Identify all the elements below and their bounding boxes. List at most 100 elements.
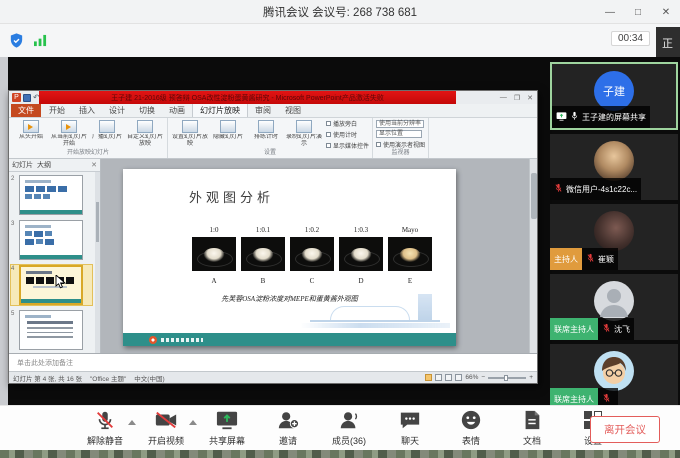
show-on-dropdown[interactable]: 显示位置 [376, 130, 425, 138]
play-narrations-checkbox[interactable]: 播放旁白 [326, 119, 369, 128]
sample-photos [192, 237, 437, 271]
panel-scrollbar[interactable] [95, 172, 100, 353]
ppt-close-button[interactable]: ✕ [527, 94, 533, 102]
tab-animations[interactable]: 动画 [162, 104, 192, 117]
sample-photo-e [388, 237, 432, 271]
letter-labels: ABCDE [192, 277, 438, 285]
participant-tile-sharer[interactable]: 子建 王子建的屏幕共享 [550, 62, 678, 130]
from-current-slide-button[interactable]: 从当前幻灯片开始 [51, 120, 87, 149]
avatar-default [594, 281, 634, 321]
slide-thumbnail-selected[interactable]: 4 [11, 265, 92, 305]
recording-indicator-clipped[interactable]: 正 [656, 27, 680, 58]
tab-outline-panel[interactable]: 大纲 [37, 160, 51, 170]
zoom-in-button[interactable]: + [529, 374, 533, 381]
invite-button[interactable]: 邀请 [265, 411, 311, 447]
thumbnail-current-slide[interactable] [19, 265, 83, 305]
participant-name: 微信用户-4s1c22c... [566, 184, 637, 195]
titlebar[interactable]: 腾讯会议 会议号: 268 738 681 — □ ✕ [0, 0, 680, 24]
slide-sorter-view-button[interactable] [435, 374, 442, 381]
zoom-out-button[interactable]: − [481, 374, 485, 381]
from-beginning-button[interactable]: 从头开始 [13, 120, 49, 149]
unmute-button[interactable]: 解除静音 [82, 411, 128, 447]
tab-view[interactable]: 视图 [278, 104, 308, 117]
custom-slideshow-button[interactable]: 自定义幻灯片放映 [127, 120, 163, 149]
mouse-cursor-icon [55, 275, 67, 294]
zoom-slider[interactable] [488, 377, 526, 379]
leave-meeting-button[interactable]: 离开会议 [590, 416, 660, 443]
share-screen-button[interactable]: 共享屏幕 [204, 411, 250, 447]
tab-home[interactable]: 开始 [42, 104, 72, 117]
panel-close-icon[interactable]: ✕ [91, 161, 97, 169]
avatar [594, 141, 634, 181]
maximize-button[interactable]: □ [624, 0, 652, 24]
participant-tile-cohost[interactable]: 联席主持人 沈飞 [550, 274, 678, 340]
tab-slideshow[interactable]: 幻灯片放映 [192, 103, 248, 117]
network-signal-icon[interactable] [33, 34, 48, 47]
participant-tile[interactable]: 微信用户-4s1c22c... [550, 134, 678, 200]
language-text: 中文(中国) [134, 373, 164, 383]
docs-button[interactable]: 文档 [509, 411, 555, 447]
emoji-button[interactable]: 表情 [448, 411, 494, 447]
ppt-restore-button[interactable]: ❐ [514, 94, 520, 102]
powerpoint-window[interactable]: P ↶ ↷ 王子建 21-2016级 预答辩 OSA改性淀粉蛋黄酱研究 - Mi… [8, 90, 538, 384]
use-timings-checkbox[interactable]: 使用计时 [326, 130, 369, 139]
ribbon-tab-bar: 文件 开始 插入 设计 切换 动画 幻灯片放映 审阅 视图 [9, 104, 537, 118]
normal-view-button[interactable] [425, 374, 432, 381]
save-icon[interactable] [23, 94, 31, 102]
security-shield-icon[interactable] [8, 32, 25, 49]
minimize-button[interactable]: — [596, 0, 624, 24]
mic-options-caret[interactable] [128, 420, 136, 425]
setup-slideshow-button[interactable]: 设置幻灯片放映 [172, 120, 208, 149]
slideshow-view-button[interactable] [455, 374, 462, 381]
view-and-zoom-controls: 66% − + [425, 374, 533, 381]
emoji-smiley-icon [460, 409, 482, 436]
meeting-timer: 00:34 [611, 31, 650, 46]
workspace-scrollbar[interactable] [529, 159, 537, 353]
thumbnail-table[interactable] [19, 310, 83, 350]
rehearse-timings-button[interactable]: 排练计时 [248, 120, 284, 149]
tab-design[interactable]: 设计 [102, 104, 132, 117]
close-button[interactable]: ✕ [652, 0, 680, 24]
broadcast-slideshow-button[interactable]: 广播幻灯片 [89, 120, 125, 149]
chat-bubble-icon [398, 409, 422, 436]
resolution-dropdown[interactable]: 使用当前分辨率 [376, 120, 425, 128]
powerpoint-app-icon: P [12, 93, 21, 102]
members-icon [337, 409, 361, 436]
panel-tabs: 幻灯片 大纲 ✕ [9, 159, 100, 172]
record-slideshow-button[interactable]: 录制幻灯片演示 [286, 120, 322, 149]
invite-person-icon [276, 409, 300, 436]
start-video-button[interactable]: 开启视频 [143, 411, 189, 447]
thumbnail-diagram[interactable] [19, 220, 83, 260]
thumbnail-flowchart[interactable] [19, 175, 83, 215]
tab-insert[interactable]: 插入 [72, 104, 102, 117]
slide-thumbnail[interactable]: 5 [11, 310, 92, 350]
university-logo [149, 336, 157, 344]
slide-footer-bar [123, 333, 456, 346]
avatar [594, 211, 634, 251]
desktop-edge-sliver [0, 57, 8, 405]
slide-thumbnail[interactable]: 2 [11, 175, 92, 215]
tab-review[interactable]: 审阅 [248, 104, 278, 117]
presenter-view-checkbox[interactable]: 使用演示者视图 [376, 140, 425, 149]
tab-file[interactable]: 文件 [11, 104, 41, 117]
notes-pane[interactable]: 单击此处添加备注 [9, 353, 537, 371]
tab-slides-panel[interactable]: 幻灯片 [12, 160, 33, 170]
participant-tile-host[interactable]: 主持人 崔颖 [550, 204, 678, 270]
reading-view-button[interactable] [445, 374, 452, 381]
sample-photo-d [339, 237, 383, 271]
participant-tile-clipped[interactable]: 联席主持人 [550, 344, 678, 405]
tab-transitions[interactable]: 切换 [132, 104, 162, 117]
cohost-badge: 联席主持人 [550, 388, 598, 405]
members-button[interactable]: 成员(36) [326, 411, 372, 447]
meeting-title: 腾讯会议 会议号: 268 738 681 [0, 4, 680, 20]
chat-button[interactable]: 聊天 [387, 411, 433, 447]
slide-thumbnail[interactable]: 3 [11, 220, 92, 260]
camera-off-icon [154, 409, 178, 436]
ribbon-group-setup: 设置幻灯片放映 隐藏幻灯片 排练计时 录制幻灯片演示 播放旁白 使用计时 显示媒… [168, 118, 373, 158]
group-label: 开始放映幻灯片 [9, 149, 167, 158]
hide-slide-button[interactable]: 隐藏幻灯片 [210, 120, 246, 149]
zoom-percent: 66% [465, 374, 478, 381]
slide-title: 外观图分析 [189, 187, 274, 206]
video-options-caret[interactable] [189, 420, 197, 425]
ppt-minimize-button[interactable]: — [500, 94, 507, 101]
